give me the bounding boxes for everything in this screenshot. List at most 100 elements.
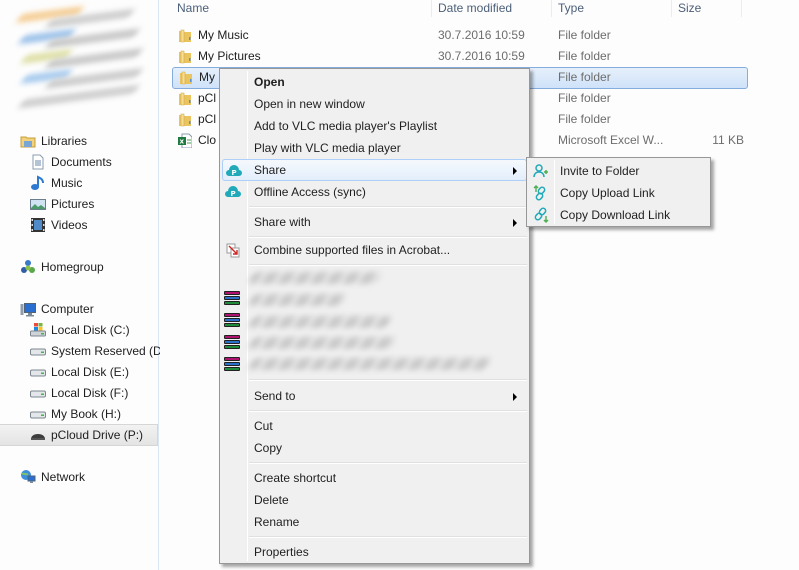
menu-item-delete[interactable]: Delete xyxy=(222,489,527,511)
libraries-icon xyxy=(20,133,36,149)
file-type: Microsoft Excel W... xyxy=(558,133,664,147)
column-header-size[interactable]: Size xyxy=(672,0,742,17)
nav-drive-h[interactable]: My Book (H:) xyxy=(0,404,158,424)
menu-item-send-to[interactable]: Send to xyxy=(222,385,527,407)
nav-drive-f-label: Local Disk (F:) xyxy=(51,386,129,400)
pcloud-icon: P xyxy=(226,165,242,177)
context-menu: Open Open in new window Add to VLC media… xyxy=(219,68,530,564)
submenu-item-label: Invite to Folder xyxy=(560,164,640,178)
menu-separator xyxy=(249,236,527,238)
nav-videos-label: Videos xyxy=(51,218,88,232)
svg-text:P: P xyxy=(232,169,237,177)
menu-item-offline-access[interactable]: P Offline Access (sync) xyxy=(222,181,527,203)
navigation-pane: Libraries Documents Music Pictures Video… xyxy=(0,0,169,570)
file-name: pCl xyxy=(198,91,217,105)
nav-network-label: Network xyxy=(41,470,86,484)
menu-item-label: Share xyxy=(254,163,287,177)
menu-item-label: Open in new window xyxy=(254,97,365,111)
nav-pictures[interactable]: Pictures xyxy=(0,194,158,214)
nav-pictures-label: Pictures xyxy=(51,197,95,211)
videos-icon xyxy=(30,217,46,233)
menu-item-label: Send to xyxy=(254,389,296,403)
winrar-icon xyxy=(224,291,241,307)
svg-text:P: P xyxy=(231,190,236,198)
menu-item-open-label: Open xyxy=(254,75,285,89)
nav-drive-c[interactable]: Local Disk (C:) xyxy=(0,320,158,340)
menu-item-create-shortcut[interactable]: Create shortcut xyxy=(222,467,527,489)
menu-item-label: Offline Access (sync) xyxy=(254,185,366,199)
menu-item-share[interactable]: P Share xyxy=(222,159,527,181)
drive-icon xyxy=(30,406,46,422)
download-link-icon xyxy=(534,207,549,223)
network-drive-icon xyxy=(30,427,46,443)
menu-item-open-new-window[interactable]: Open in new window xyxy=(222,93,527,115)
nav-drive-h-label: My Book (H:) xyxy=(51,407,122,421)
menu-separator xyxy=(249,379,527,381)
menu-item-acrobat-combine[interactable]: Combine supported files in Acrobat... xyxy=(222,239,527,261)
menu-item-label: Create shortcut xyxy=(254,471,337,485)
redacted-favorites xyxy=(10,0,144,112)
winrar-icon xyxy=(224,357,241,373)
nav-computer[interactable]: Computer xyxy=(0,299,158,319)
nav-network[interactable]: Network xyxy=(0,467,158,487)
submenu-arrow-icon xyxy=(513,167,517,175)
nav-drive-p[interactable]: pCloud Drive (P:) xyxy=(0,424,158,446)
menu-item-rename[interactable]: Rename xyxy=(222,511,527,533)
menu-item-vlc-playlist[interactable]: Add to VLC media player's Playlist xyxy=(222,115,527,137)
file-row[interactable]: My Pictures 30.7.2016 10:59 File folder xyxy=(172,47,748,67)
submenu-item-copy-upload-link[interactable]: Copy Upload Link xyxy=(529,182,708,204)
menu-item-properties[interactable]: Properties xyxy=(222,541,527,563)
folder-icon xyxy=(180,71,192,85)
winrar-icon xyxy=(224,313,241,329)
file-type: File folder xyxy=(558,91,611,105)
submenu-arrow-icon xyxy=(513,219,517,227)
menu-item-label: Share with xyxy=(254,215,311,229)
nav-music-label: Music xyxy=(51,176,83,190)
submenu-item-label: Copy Upload Link xyxy=(560,186,655,200)
column-header-type[interactable]: Type xyxy=(552,0,672,17)
menu-item-vlc-play[interactable]: Play with VLC media player xyxy=(222,137,527,159)
submenu-item-invite-to-folder[interactable]: Invite to Folder xyxy=(529,160,708,182)
nav-videos[interactable]: Videos xyxy=(0,215,158,235)
menu-item-open[interactable]: Open xyxy=(222,71,527,93)
column-header-date[interactable]: Date modified xyxy=(432,0,552,17)
nav-libraries[interactable]: Libraries xyxy=(0,131,158,151)
menu-item-share-with[interactable]: Share with xyxy=(222,211,527,233)
nav-homegroup[interactable]: Homegroup xyxy=(0,257,158,277)
redacted-text xyxy=(247,272,383,284)
file-type: File folder xyxy=(558,112,611,126)
drive-icon xyxy=(30,343,46,359)
file-name: My Pictures xyxy=(198,49,261,63)
file-name: My Music xyxy=(198,28,249,42)
menu-item-label: Combine supported files in Acrobat... xyxy=(254,243,451,257)
column-header-name[interactable]: Name xyxy=(171,0,432,17)
acrobat-combine-icon xyxy=(226,243,240,258)
menu-item-cut[interactable]: Cut xyxy=(222,415,527,437)
redacted-text xyxy=(247,358,493,370)
nav-drive-e-label: Local Disk (E:) xyxy=(51,365,130,379)
pcloud-icon: P xyxy=(225,186,241,198)
nav-documents[interactable]: Documents xyxy=(0,152,158,172)
redacted-text xyxy=(247,294,348,306)
music-icon xyxy=(30,175,46,191)
nav-drive-f[interactable]: Local Disk (F:) xyxy=(0,383,158,403)
menu-item-label: Rename xyxy=(254,515,300,529)
menu-item-label: Cut xyxy=(254,419,273,433)
svg-text:x: x xyxy=(180,138,185,146)
nav-drive-e[interactable]: Local Disk (E:) xyxy=(0,362,158,382)
file-date: 30.7.2016 10:59 xyxy=(438,49,525,63)
network-icon xyxy=(20,469,36,485)
menu-item-label: Play with VLC media player xyxy=(254,141,401,155)
nav-music[interactable]: Music xyxy=(0,173,158,193)
folder-icon xyxy=(179,50,191,64)
winrar-icon xyxy=(224,335,241,351)
menu-item-label: Properties xyxy=(254,545,309,559)
nav-drive-d[interactable]: System Reserved (D:) xyxy=(0,341,169,361)
menu-separator xyxy=(249,264,527,266)
nav-drive-d-label: System Reserved (D:) xyxy=(51,344,170,358)
file-name: My xyxy=(199,70,215,84)
menu-item-copy[interactable]: Copy xyxy=(222,437,527,459)
submenu-item-copy-download-link[interactable]: Copy Download Link xyxy=(529,204,708,226)
file-row[interactable]: My Music 30.7.2016 10:59 File folder xyxy=(172,26,748,46)
file-size: 11 KB xyxy=(712,133,744,147)
